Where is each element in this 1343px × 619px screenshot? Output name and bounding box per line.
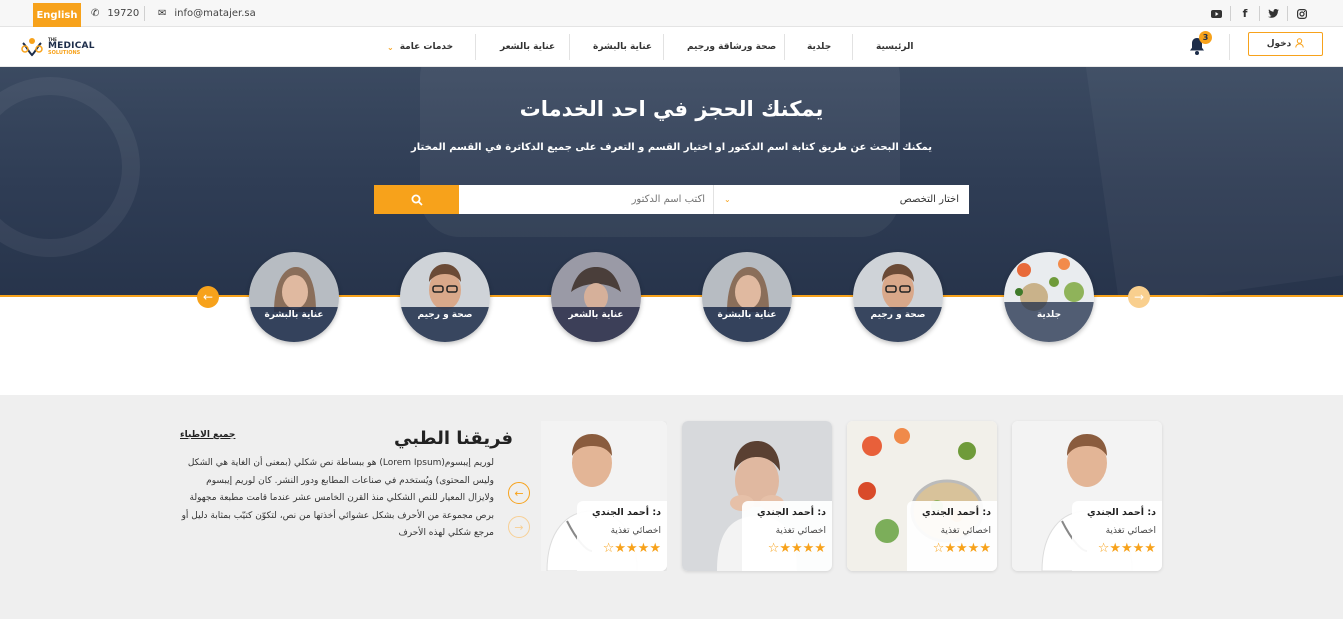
facebook-icon[interactable]: f <box>1231 0 1259 27</box>
specialty-select[interactable]: ⌄ اختار التخصص <box>713 185 969 214</box>
team-next-arrow[interactable]: → <box>508 516 530 538</box>
doctor-name-input[interactable] <box>459 185 713 214</box>
star-empty-icon: ☆ <box>767 541 780 556</box>
chevron-down-icon: ⌄ <box>387 42 394 52</box>
doctor-name: د: أحمد الجندي <box>757 507 826 518</box>
rating-stars: ☆★★★★ <box>767 541 826 556</box>
doctor-name: د: أحمد الجندي <box>1087 507 1156 518</box>
doctor-card[interactable]: د: أحمد الجندي اخصائي تغذية ☆★★★★ <box>682 421 832 571</box>
team-section-title: فريقنا الطبي <box>394 428 514 449</box>
all-doctors-link[interactable]: جميع الاطباء <box>180 430 235 440</box>
category-label: صحة و رجيم <box>417 310 473 320</box>
nav-item-label: خدمات عامة <box>399 42 454 52</box>
divider <box>1229 34 1230 60</box>
user-icon <box>1295 37 1304 51</box>
star-empty-icon: ☆ <box>1097 541 1110 556</box>
category-skin-care[interactable]: عناية بالبشرة <box>249 252 339 342</box>
star-empty-icon: ☆ <box>932 541 945 556</box>
search-icon <box>411 194 423 206</box>
category-label: جلدية <box>1036 310 1062 320</box>
doctor-specialty: اخصائي تغذية <box>1105 526 1156 536</box>
doctor-card[interactable]: د: أحمد الجندي اخصائي تغذية ☆★★★★ <box>847 421 997 571</box>
site-logo[interactable]: THE MEDICAL SOLUTIONS <box>19 37 95 57</box>
woman-photo <box>702 252 792 342</box>
mail-icon: ✉ <box>158 8 167 19</box>
nav-item-skin-care[interactable]: عناية بالبشرة <box>593 27 652 67</box>
login-button[interactable]: دخول <box>1248 32 1323 56</box>
doctor-info: د: أحمد الجندي اخصائي تغذية ☆★★★★ <box>907 501 997 571</box>
doctor-info: د: أحمد الجندي اخصائي تغذية ☆★★★★ <box>742 501 832 571</box>
doctor-photo <box>853 252 943 342</box>
notification-count-badge: 3 <box>1199 31 1212 44</box>
doctor-card[interactable]: د: أحمد الجندي اخصائي تغذية ☆★★★★ <box>1012 421 1162 571</box>
hair-photo <box>551 252 641 342</box>
doctor-info: د: أحمد الجندي اخصائي تغذية ☆★★★★ <box>1072 501 1162 571</box>
nav-item-health-diet[interactable]: صحة ورشاقة ورجيم <box>687 27 776 67</box>
star-empty-icon: ☆ <box>602 541 615 556</box>
nav-item-home[interactable]: الرئيسية <box>876 27 913 67</box>
category-hair-care[interactable]: عناية بالشعر <box>551 252 641 342</box>
rating-stars: ☆★★★★ <box>602 541 661 556</box>
chevron-down-icon: ⌄ <box>724 195 731 204</box>
logo-text: THE MEDICAL SOLUTIONS <box>48 38 95 56</box>
twitter-icon[interactable] <box>1259 0 1287 27</box>
search-button[interactable] <box>374 185 459 214</box>
divider <box>663 34 664 60</box>
doctor-name: د: أحمد الجندي <box>592 507 661 518</box>
hero-title: يمكنك الحجز في احد الخدمات <box>519 97 824 121</box>
doctor-specialty: اخصائي تغذية <box>775 526 826 536</box>
doctor-info: د: أحمد الجندي اخصائي تغذية ☆★★★★ <box>577 501 667 571</box>
nav-item-hair-care[interactable]: عناية بالشعر <box>500 27 555 67</box>
doctor-specialty: اخصائي تغذية <box>940 526 991 536</box>
phone-icon: ✆ <box>91 8 100 19</box>
doctor-photo <box>400 252 490 342</box>
logo-line3: SOLUTIONS <box>48 50 81 56</box>
category-label: عناية بالبشرة <box>717 310 777 320</box>
divider <box>475 34 476 60</box>
email-address: info@matajer.sa <box>174 8 256 19</box>
top-bar: English ✆ 19720 ✉ info@matajer.sa f <box>0 0 1343 27</box>
category-label: عناية بالبشرة <box>264 310 324 320</box>
category-skin-care[interactable]: عناية بالبشرة <box>702 252 792 342</box>
rating-stars: ☆★★★★ <box>1097 541 1156 556</box>
language-switch-button[interactable]: English <box>33 3 81 27</box>
team-prev-arrow[interactable]: ← <box>508 482 530 504</box>
team-description: لوريم إيبسوم(Lorem Ipsum) هو ببساطة نص ش… <box>181 458 494 538</box>
nav-item-dermatology[interactable]: جلدية <box>807 27 831 67</box>
category-health-diet[interactable]: صحة و رجيم <box>853 252 943 342</box>
divider <box>144 6 145 21</box>
specialty-select-value: اختار التخصص <box>899 194 959 205</box>
divider <box>784 34 785 60</box>
food-photo <box>1004 252 1094 342</box>
categories-next-arrow[interactable]: → <box>1128 286 1150 308</box>
category-dermatology[interactable]: جلدية <box>1004 252 1094 342</box>
categories-prev-arrow[interactable]: ← <box>197 286 219 308</box>
rating-stars: ☆★★★★ <box>932 541 991 556</box>
nav-item-general-services[interactable]: ⌄ خدمات عامة <box>387 27 453 67</box>
category-label: صحة و رجيم <box>870 310 926 320</box>
main-navigation: THE MEDICAL SOLUTIONS ⌄ خدمات عامة عناية… <box>0 27 1343 67</box>
instagram-icon[interactable] <box>1288 0 1316 27</box>
divider <box>852 34 853 60</box>
category-health-diet[interactable]: صحة و رجيم <box>400 252 490 342</box>
hero-subtitle: يمكنك البحث عن طريق كتابة اسم الدكتور او… <box>411 142 932 153</box>
divider <box>569 34 570 60</box>
email-contact[interactable]: ✉ info@matajer.sa <box>158 0 256 27</box>
woman-photo <box>249 252 339 342</box>
doctor-specialty: اخصائي تغذية <box>610 526 661 536</box>
doctor-name: د: أحمد الجندي <box>922 507 991 518</box>
youtube-icon[interactable] <box>1202 0 1230 27</box>
logo-mark-icon <box>19 37 45 57</box>
login-label: دخول <box>1266 39 1292 49</box>
category-label: عناية بالشعر <box>568 310 624 320</box>
phone-number: 19720 <box>107 8 140 19</box>
phone-contact[interactable]: ✆ 19720 <box>91 0 139 27</box>
